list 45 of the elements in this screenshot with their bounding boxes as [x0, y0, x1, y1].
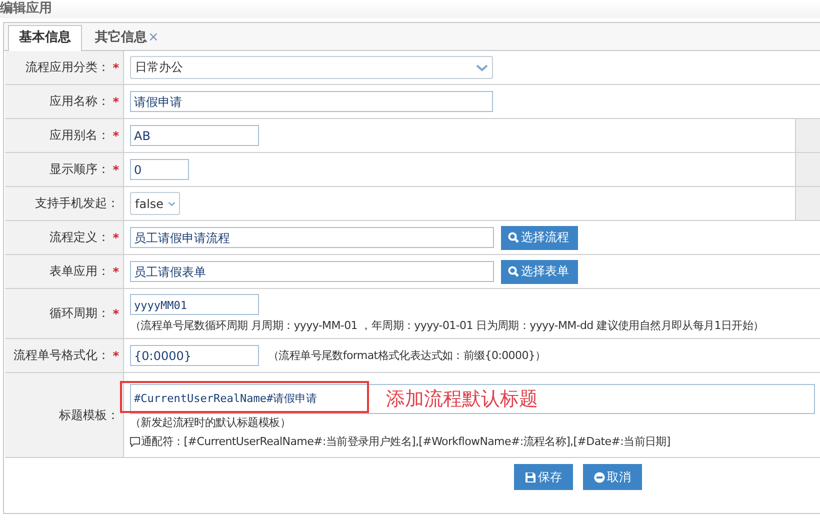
- field-label: 应用名称：: [50, 93, 110, 110]
- field-label: 流程应用分类：: [26, 59, 110, 76]
- field-label: 显示顺序：: [50, 161, 110, 178]
- save-button[interactable]: 保存: [514, 464, 573, 490]
- field-label: 标题模板：: [59, 406, 119, 424]
- text-field[interactable]: yyyyMM01: [130, 294, 259, 315]
- text-field[interactable]: AB: [130, 125, 259, 146]
- page-title: 编辑应用: [0, 0, 820, 18]
- field-label: 流程单号格式化：: [14, 347, 110, 364]
- required-mark-icon: *: [112, 230, 119, 244]
- required-mark-icon: *: [112, 348, 119, 362]
- field-label: 表单应用：: [50, 263, 110, 280]
- required-mark-icon: *: [112, 94, 119, 108]
- annotation-text: 添加流程默认标题: [386, 387, 538, 412]
- speech-bubble-icon: [130, 436, 140, 446]
- hint-text: （新发起流程时的默认标题模板）: [130, 415, 291, 430]
- field-label: 应用别名：: [50, 127, 110, 144]
- hint-text: （流程单号尾数循环周期 月周期：yyyy-MM-01 ，年周期：yyyy-01-01 日为周期：yyyy-MM-dd 建议使用自然月即从每月1日开始）: [130, 318, 765, 333]
- chevron-down-icon: [476, 64, 488, 72]
- select-button[interactable]: 选择表单: [501, 260, 578, 284]
- required-mark-icon: *: [112, 264, 119, 278]
- minus-circle-icon: [594, 472, 605, 482]
- tab[interactable]: 基本信息: [8, 25, 82, 51]
- hint-text: 通配符：[#CurrentUserRealName#:当前登录用户姓名],[#WorkflowName#:流程名称],[#Date#:当前日期]: [141, 434, 670, 449]
- cancel-button[interactable]: 取消: [583, 464, 642, 490]
- text-field[interactable]: 员工请假表单: [130, 261, 494, 282]
- field-label: 流程定义：: [50, 229, 110, 246]
- search-icon: [508, 266, 519, 277]
- select-field[interactable]: false: [130, 192, 180, 215]
- select-field[interactable]: 日常办公: [130, 56, 493, 79]
- tab[interactable]: 其它信息×: [84, 25, 170, 50]
- field-label: 循环周期：: [50, 305, 110, 322]
- hint-text: （流程单号尾数format格式化表达式如：前缀{0:0000}）: [268, 348, 546, 363]
- field-label: 支持手机发起：: [35, 195, 119, 212]
- chevron-down-icon: [168, 200, 175, 208]
- text-field[interactable]: 0: [130, 159, 189, 180]
- search-icon: [508, 232, 519, 243]
- required-mark-icon: *: [112, 306, 119, 320]
- required-mark-icon: *: [112, 162, 119, 176]
- text-field[interactable]: 请假申请: [130, 91, 493, 112]
- required-mark-icon: *: [112, 128, 119, 142]
- text-field[interactable]: 员工请假申请流程: [130, 227, 494, 248]
- select-button[interactable]: 选择流程: [501, 226, 578, 250]
- required-mark-icon: *: [112, 60, 119, 74]
- text-field[interactable]: {0:0000}: [130, 345, 259, 366]
